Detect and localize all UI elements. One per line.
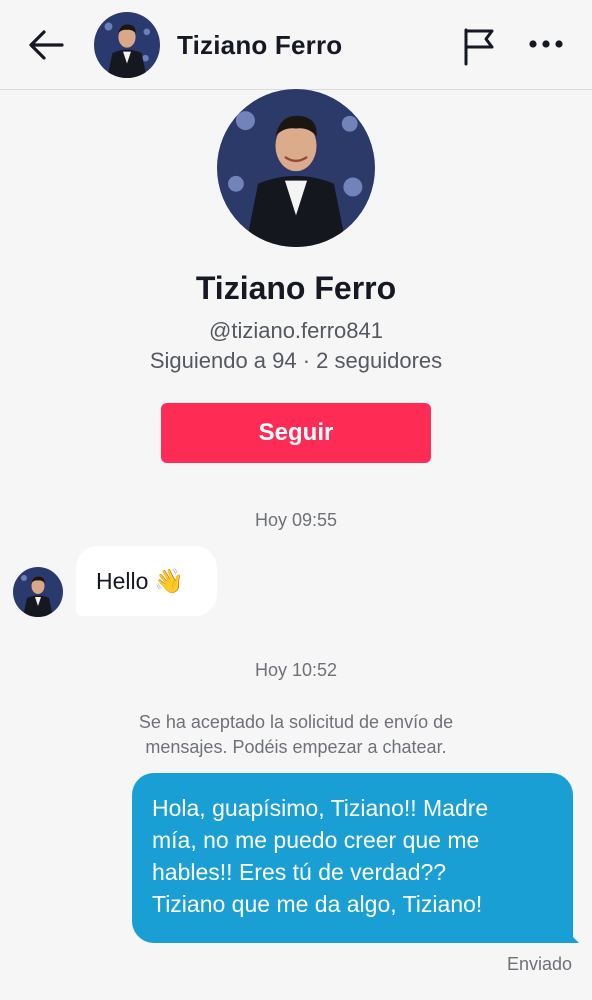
- outgoing-message-line: Tiziano que me da algo, Tiziano!: [152, 891, 483, 917]
- outgoing-message[interactable]: Hola, guapísimo, Tiziano!! Madre mía, no…: [132, 773, 579, 943]
- message-timestamp: Hoy 10:52: [254, 660, 338, 680]
- profile-stats: Siguiendo a 94 · 2 seguidores: [149, 348, 443, 373]
- system-notice-line: Se ha aceptado la solicitud de envío de: [138, 712, 454, 732]
- arrow-left-icon: [29, 30, 64, 60]
- incoming-message[interactable]: Hello 👋: [76, 546, 217, 616]
- header-title[interactable]: Tiziano Ferro: [177, 30, 342, 61]
- report-button[interactable]: [460, 26, 498, 66]
- incoming-message-text: Hello: [96, 567, 149, 594]
- more-horizontal-icon: [529, 40, 563, 48]
- outgoing-message-line: mía, no me puedo creer que me: [152, 827, 480, 853]
- profile-avatar[interactable]: [217, 89, 375, 247]
- profile-avatar-image: [217, 89, 375, 247]
- waving-hand-emoji: 👋: [154, 567, 185, 595]
- message-timestamp: Hoy 09:55: [254, 510, 338, 530]
- outgoing-message-line: hables!! Eres tú de verdad??: [152, 859, 447, 885]
- system-notice: Se ha aceptado la solicitud de envío de …: [0, 710, 592, 760]
- profile-name: Tiziano Ferro: [195, 270, 397, 306]
- sender-avatar-image: [13, 567, 63, 617]
- chat-header: Tiziano Ferro: [0, 0, 592, 90]
- follow-button[interactable]: Seguir: [161, 403, 431, 463]
- flag-icon: [464, 28, 494, 66]
- sender-avatar[interactable]: [13, 567, 63, 617]
- back-button[interactable]: [26, 27, 66, 63]
- more-options-button[interactable]: [526, 32, 566, 56]
- outgoing-message-line: Hola, guapísimo, Tiziano!! Madre: [152, 795, 489, 821]
- profile-handle: @tiziano.ferro841: [209, 318, 383, 343]
- system-notice-line: mensajes. Podéis empezar a chatear.: [145, 737, 447, 757]
- header-avatar[interactable]: [94, 12, 160, 78]
- message-status: Enviado: [506, 954, 572, 974]
- avatar-image: [94, 12, 160, 78]
